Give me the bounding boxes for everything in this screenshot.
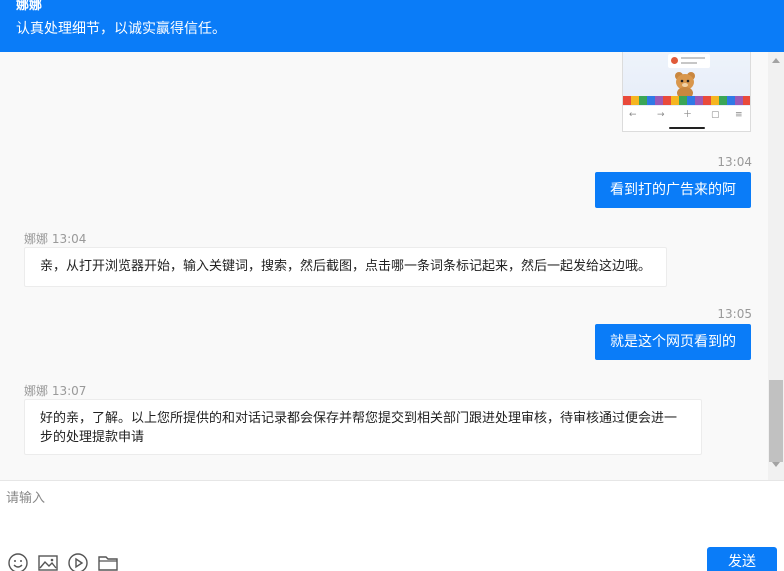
thumbnail-nav-bar: ← → ＋ ▢ ≡ [629,110,743,120]
agent-slogan: 认真处理细节，以诚实赢得信任。 [16,21,226,37]
message-list[interactable]: ← → ＋ ▢ ≡ 13:04 看到打的广告来的阿 娜娜 13:04 亲，从打开… [0,52,784,480]
scrollbar-thumb[interactable] [769,380,783,462]
user-message-bubble: 看到打的广告来的阿 [595,172,751,208]
scrollbar[interactable] [768,52,784,480]
composer: 发送 [0,480,784,571]
thumbnail-home-bar [669,127,705,129]
agent-message-bubble: 亲，从打开浏览器开始，输入关键词，搜索，然后截图，点击哪一条词条标记起来，然后一… [24,247,667,287]
chat-window: 娜娜 认真处理细节，以诚实赢得信任。 ← → ＋ ▢ ≡ 13:04 看到打的广… [0,0,784,571]
message-time: 13:05 [717,307,752,321]
video-icon[interactable] [67,552,89,571]
chat-header: 娜娜 认真处理细节，以诚实赢得信任。 [0,0,784,52]
agent-message-meta: 娜娜 13:04 [24,232,86,246]
image-icon[interactable] [37,552,59,571]
sender-name: 娜娜 [24,384,49,398]
message-input[interactable] [6,487,766,527]
message-time: 13:04 [51,232,87,246]
agent-message-meta: 娜娜 13:07 [24,384,86,398]
user-message-bubble: 就是这个网页看到的 [595,324,751,360]
scroll-up-arrow[interactable] [772,58,780,63]
mascot-image [675,72,695,98]
message-time: 13:04 [717,155,752,169]
thumbnail-card [668,54,710,68]
sender-name: 娜娜 [24,232,49,246]
scroll-down-arrow[interactable] [772,462,780,467]
folder-icon[interactable] [97,552,119,571]
send-button[interactable]: 发送 [707,547,777,571]
emoji-icon[interactable] [7,552,29,571]
agent-message-bubble: 好的亲，了解。以上您所提供的和对话记录都会保存并帮您提交到相关部门跟进处理审核，… [24,399,702,455]
agent-name: 娜娜 [16,0,43,13]
thumbnail-stripe [623,96,750,105]
screenshot-thumbnail[interactable]: ← → ＋ ▢ ≡ [622,52,751,132]
message-time: 13:07 [51,384,87,398]
